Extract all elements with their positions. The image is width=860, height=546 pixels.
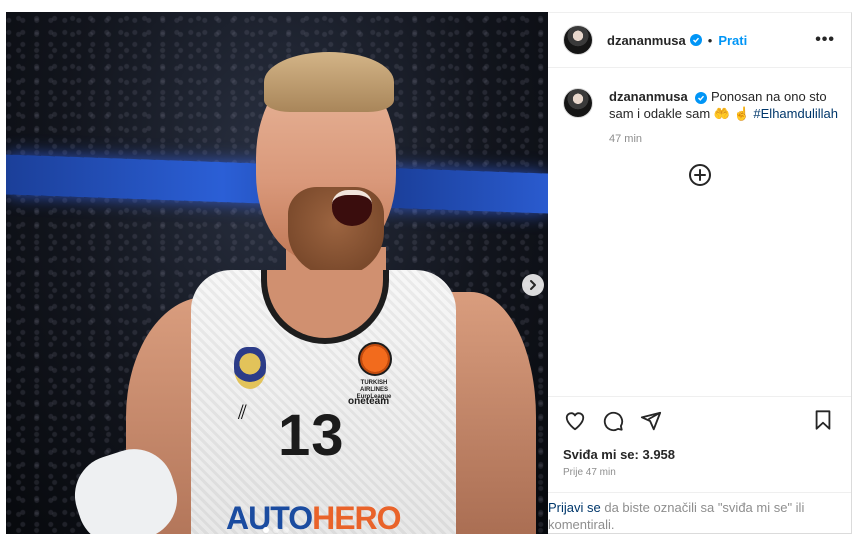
caption: dzananmusa Ponosan na ono sto sam i odak… [563,88,843,148]
more-options-icon[interactable]: ••• [815,31,835,49]
carousel-dot [273,527,279,533]
login-prompt: Prijavi se da biste označili sa "sviđa m… [548,492,851,533]
heart-icon[interactable] [563,409,587,433]
comment-icon[interactable] [601,409,625,433]
action-bar: Sviđa mi se: 3.958 Prije 47 min Prijavi … [548,396,851,536]
caption-username[interactable]: dzananmusa [609,89,688,104]
next-photo-button[interactable] [522,274,544,296]
carousel-dot [263,527,269,533]
hashtag-link[interactable]: #Elhamdulillah [753,106,838,121]
sleeve-sponsor: oneteam [348,396,390,407]
carousel-dot [283,527,289,533]
header-separator: • [707,32,713,48]
likes-count[interactable]: Sviđa mi se: 3.958 [563,447,675,462]
login-link[interactable]: Prijavi se [548,500,601,515]
post-side-panel: dzananmusa • Prati ••• dzananmusa Ponosa… [548,12,852,534]
post-header: dzananmusa • Prati ••• [548,13,851,68]
action-icons [563,409,663,433]
post-photo[interactable]: ⫽ TURKISH AIRLINES EuroLeague oneteam 13… [6,12,548,534]
add-circle-icon[interactable] [689,164,711,186]
player-hair [264,52,394,112]
post-timestamp: Prije 47 min [563,467,616,478]
bookmark-icon[interactable] [812,409,836,433]
verified-badge-icon [695,91,708,104]
adidas-logo-icon: ⫽ [238,400,247,424]
caption-timestamp: 47 min [609,133,643,145]
jersey-sponsor: AUTOHERO [226,500,402,534]
follow-button[interactable]: Prati [718,33,747,48]
jersey-sponsor-part2: HERO [312,500,401,534]
carousel-dots [263,527,289,533]
chevron-right-icon [530,280,536,290]
euroleague-badge-icon [358,342,392,376]
header-username[interactable]: dzananmusa [607,33,686,48]
share-icon[interactable] [639,409,663,433]
caption-emojis: 🤲 ☝️ [713,106,750,121]
avatar[interactable] [563,25,593,55]
club-crest-icon [234,347,266,389]
avatar[interactable] [563,88,593,118]
jersey-number: 13 [278,403,345,468]
verified-badge-icon [689,34,702,46]
player-mouth [332,190,372,226]
caption-body: dzananmusa Ponosan na ono sto sam i odak… [609,88,843,148]
